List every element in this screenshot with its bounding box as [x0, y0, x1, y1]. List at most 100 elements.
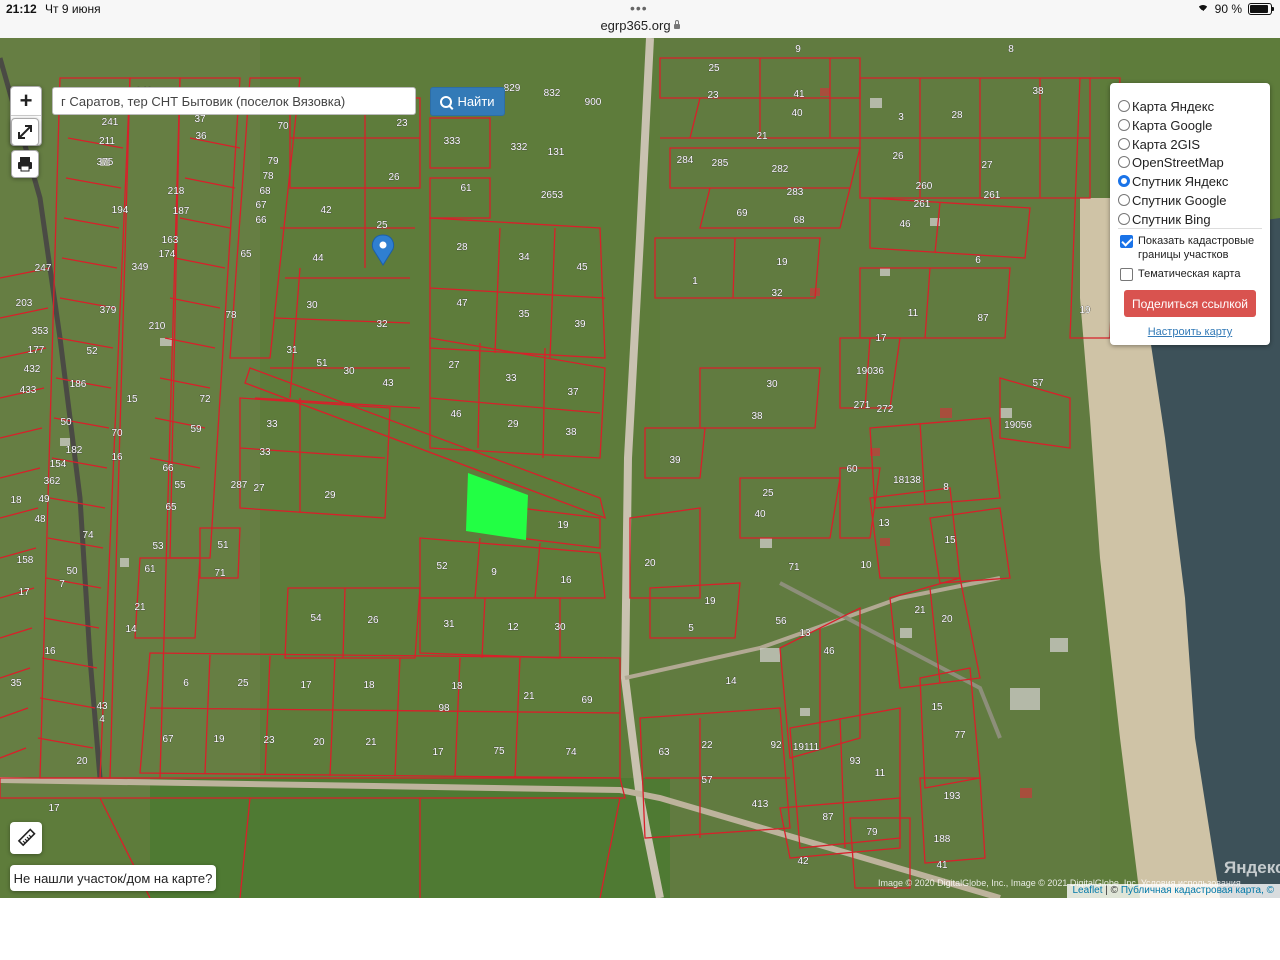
parcel-label: 188 — [934, 834, 951, 845]
radio-button[interactable] — [1118, 213, 1130, 225]
parcel-label: 26 — [388, 172, 400, 183]
parcel-label: 68 — [259, 186, 271, 197]
parcel-label: 182 — [66, 445, 83, 456]
parcel-label: 241 — [102, 117, 119, 128]
parcel-label: 163 — [162, 235, 179, 246]
find-button-label: Найти — [457, 94, 495, 109]
parcel-label: 158 — [17, 555, 34, 566]
parcel-label: 37 — [194, 114, 206, 125]
configure-map-link[interactable]: Настроить карту — [1110, 326, 1270, 338]
parcel-label: 283 — [787, 187, 804, 198]
parcel-label: 71 — [788, 562, 800, 573]
parcel-label: 20 — [941, 614, 953, 625]
parcel-label: 17 — [432, 747, 444, 758]
parcel-label: 60 — [846, 464, 858, 475]
map-view[interactable]: 9 25 23 41 40 21 3 8 28 38 248 243 38 69… — [0, 38, 1280, 898]
parcel-label: 11 — [875, 768, 886, 779]
parcel-label: 9 — [795, 44, 801, 55]
radio-button[interactable] — [1118, 119, 1130, 131]
parcel-label: 51 — [316, 358, 328, 369]
radio-button-selected[interactable] — [1118, 175, 1130, 187]
find-button[interactable]: Найти — [430, 87, 505, 116]
parcel-label: 71 — [214, 568, 226, 579]
parcel-label: 4 — [99, 714, 105, 725]
layer-label: Карта 2GIS — [1132, 136, 1201, 152]
parcel-label: 271 — [854, 400, 871, 411]
expand-icon — [18, 125, 32, 139]
thematic-map-option[interactable]: Тематическая карта — [1120, 267, 1240, 281]
parcel-label: 78 — [262, 171, 274, 182]
address-bar[interactable]: egrp365.org — [0, 18, 1280, 33]
parcel-label: 211 — [99, 136, 115, 147]
parcel-label: 46 — [899, 219, 911, 230]
parcel-label: 30 — [554, 622, 566, 633]
radio-button[interactable] — [1118, 156, 1130, 168]
parcel-label: 21 — [134, 602, 146, 613]
show-borders-checkbox[interactable] — [1120, 235, 1133, 248]
parcel-label: 72 — [199, 394, 211, 405]
parcel-label: 210 — [149, 321, 166, 332]
address-search-input[interactable] — [52, 87, 416, 115]
parcel-label: 68 — [793, 215, 805, 226]
parcel-label: 194 — [112, 205, 129, 216]
ios-status-bar: 21:12 Чт 9 июня ••• egrp365.org 90 % — [0, 0, 1280, 39]
layer-option-yandex-map[interactable]: Карта Яндекс — [1118, 97, 1214, 115]
parcel-label: 20 — [76, 756, 88, 767]
parcel-label: 92 — [770, 740, 782, 751]
parcel-label: 284 — [677, 155, 694, 166]
leaflet-link[interactable]: Leaflet — [1073, 885, 1103, 896]
status-time: 21:12 — [6, 2, 37, 16]
layer-option-google-satellite[interactable]: Спутник Google — [1118, 191, 1227, 209]
fullscreen-button[interactable] — [11, 118, 39, 146]
parcel-label: 26 — [892, 151, 904, 162]
parcel-label: 25 — [708, 63, 720, 74]
pkk-link[interactable]: Публичная кадастровая карта, © — [1121, 885, 1274, 896]
print-button[interactable] — [11, 150, 39, 178]
parcel-label: 34 — [518, 252, 530, 263]
layer-option-bing-satellite[interactable]: Спутник Bing — [1118, 210, 1211, 228]
radio-button[interactable] — [1118, 100, 1130, 112]
parcel-label: 74 — [565, 747, 577, 758]
parcel-label: 18 — [10, 495, 22, 506]
radio-button[interactable] — [1118, 138, 1130, 150]
show-borders-option[interactable]: Показать кадастровые границы участков — [1120, 234, 1260, 262]
parcel-label: 50 — [60, 417, 72, 428]
parcel-label: 19 — [557, 520, 569, 531]
wifi-icon — [1196, 4, 1209, 17]
parcel-label: 832 — [544, 88, 561, 99]
ruler-button[interactable] — [10, 822, 42, 854]
parcel-label: 15 — [126, 394, 138, 405]
layers-panel: Карта Яндекс Карта Google Карта 2GIS Ope… — [1110, 83, 1270, 345]
radio-button[interactable] — [1118, 194, 1130, 206]
parcel-label: 46 — [450, 409, 462, 420]
parcel-label: 61 — [460, 183, 472, 194]
parcel-label: 40 — [754, 509, 766, 520]
layer-option-yandex-satellite[interactable]: Спутник Яндекс — [1118, 172, 1228, 190]
parcel-label: 61 — [144, 564, 156, 575]
parcel-label: 70 — [277, 121, 289, 132]
zoom-in-button[interactable]: + — [11, 87, 41, 115]
share-link-button[interactable]: Поделиться ссылкой — [1124, 290, 1256, 317]
parcel-label: 20 — [313, 737, 325, 748]
status-right: 90 % — [1196, 2, 1274, 17]
parcel-label: 17 — [300, 680, 312, 691]
not-found-button[interactable]: Не нашли участок/дом на карте? — [10, 865, 216, 891]
parcel-label: 900 — [585, 97, 602, 108]
layer-option-google-map[interactable]: Карта Google — [1118, 116, 1212, 134]
parcel-label: 349 — [132, 262, 149, 273]
layer-option-osm[interactable]: OpenStreetMap — [1118, 153, 1224, 171]
thematic-map-checkbox[interactable] — [1120, 268, 1133, 281]
parcel-label: 52 — [86, 346, 98, 357]
parcel-label: 35 — [518, 309, 530, 320]
satellite-map[interactable]: 9 25 23 41 40 21 3 8 28 38 248 243 38 69… — [0, 38, 1280, 898]
parcel-label: 43 — [96, 701, 108, 712]
parcel-label: 42 — [797, 856, 809, 867]
parcel-label: 23 — [263, 735, 275, 746]
layer-option-2gis-map[interactable]: Карта 2GIS — [1118, 135, 1200, 153]
multitask-dots-icon[interactable]: ••• — [630, 0, 648, 16]
show-borders-label: Показать кадастровые границы участков — [1138, 235, 1255, 261]
parcel-label: 67 — [162, 734, 174, 745]
parcel-label: 77 — [954, 730, 966, 741]
parcel-label: 41 — [793, 89, 805, 100]
parcel-label: 332 — [511, 142, 528, 153]
